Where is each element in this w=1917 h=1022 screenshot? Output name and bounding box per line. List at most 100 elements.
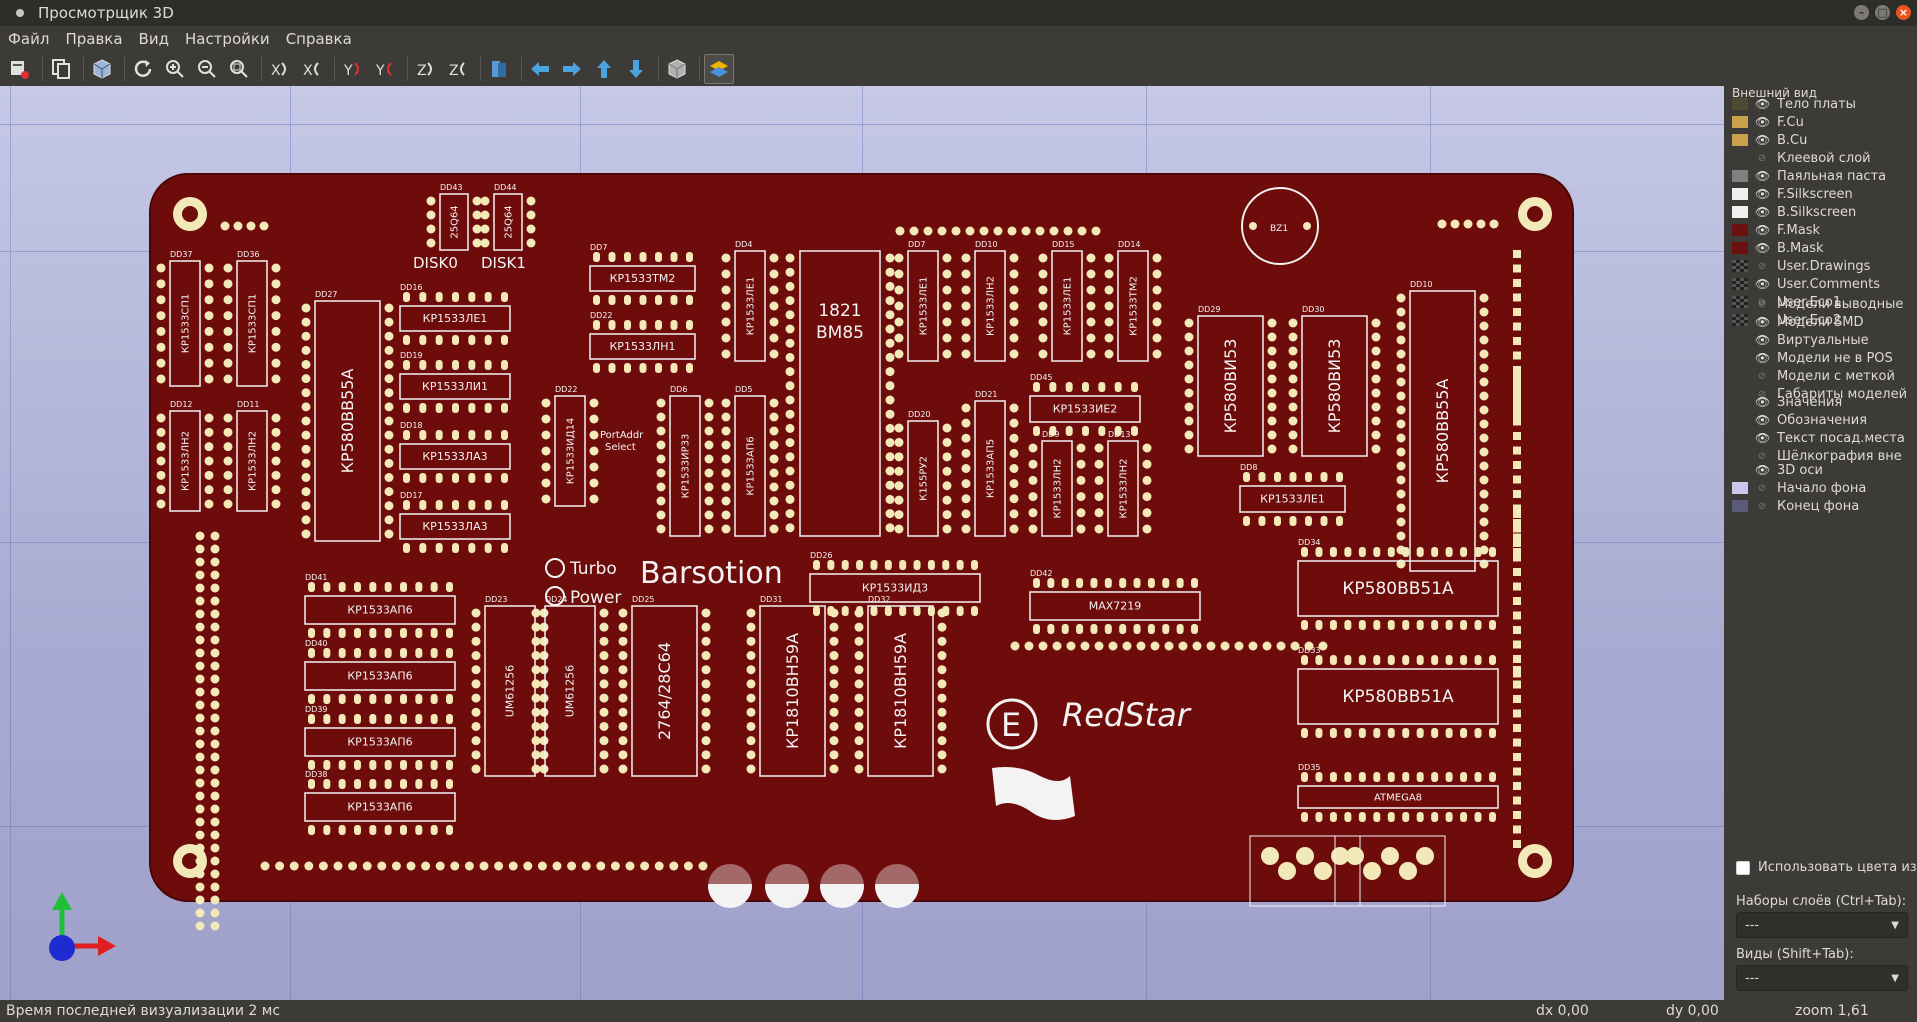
- layer-row-layers[interactable]: 👁 F.Mask: [1732, 221, 1820, 239]
- layer-row-layers[interactable]: 👁 Паяльная паста: [1732, 167, 1886, 185]
- layer-row-models[interactable]: 👁 Виртуальные: [1732, 331, 1869, 349]
- eye-hidden-icon[interactable]: ⊘: [1755, 261, 1769, 272]
- layer-row-layers[interactable]: 👁 Тело платы: [1732, 95, 1856, 113]
- layer-row-texts[interactable]: 👁 Обозначения: [1732, 411, 1867, 429]
- eye-hidden-icon[interactable]: ⊘: [1755, 153, 1769, 164]
- 3d-viewport[interactable]: КР580ВВ55А DD27 КР580ВИ53 DD29 КР580ВИ53 DD30…: [0, 86, 1724, 1000]
- layer-color-swatch[interactable]: [1732, 98, 1748, 110]
- layer-color-swatch[interactable]: [1732, 298, 1748, 310]
- menu-settings[interactable]: Настройки: [177, 30, 278, 48]
- move-right-button[interactable]: [558, 55, 586, 83]
- appearance-panel-toggle[interactable]: [704, 54, 734, 84]
- eye-hidden-icon[interactable]: ⊘: [1755, 483, 1769, 494]
- layer-color-swatch[interactable]: [1732, 396, 1748, 408]
- layer-color-swatch[interactable]: [1732, 432, 1748, 444]
- layer-row-layers[interactable]: ⊘ User.Drawings: [1732, 257, 1870, 275]
- menu-file[interactable]: Файл: [0, 30, 57, 48]
- layer-row-layers[interactable]: ⊘ Клеевой слой: [1732, 149, 1871, 167]
- menu-help[interactable]: Справка: [278, 30, 360, 48]
- layer-row-models[interactable]: 👁 Модели SMD: [1732, 313, 1864, 331]
- layer-presets-dropdown[interactable]: --- ▼: [1736, 912, 1908, 938]
- orthographic-toggle-button[interactable]: [663, 55, 691, 83]
- move-down-button[interactable]: [622, 55, 650, 83]
- eye-icon[interactable]: 👁: [1755, 315, 1770, 329]
- layer-color-swatch[interactable]: [1732, 352, 1748, 364]
- eye-icon[interactable]: 👁: [1755, 169, 1770, 183]
- eye-icon[interactable]: 👁: [1755, 115, 1770, 129]
- layer-row-misc[interactable]: 👁 3D оси: [1732, 461, 1823, 479]
- eye-icon[interactable]: 👁: [1755, 187, 1770, 201]
- rotate-y-cw-button[interactable]: Y: [339, 55, 367, 83]
- layer-row-layers[interactable]: 👁 F.Silkscreen: [1732, 185, 1853, 203]
- flip-board-button[interactable]: [485, 55, 513, 83]
- layer-color-swatch[interactable]: [1732, 370, 1748, 382]
- layer-row-layers[interactable]: 👁 User.Comments: [1732, 275, 1880, 293]
- refresh-button[interactable]: [129, 55, 157, 83]
- eye-hidden-icon[interactable]: ⊘: [1755, 371, 1769, 382]
- layer-color-swatch[interactable]: [1732, 242, 1748, 254]
- layer-row-models[interactable]: 👁 Модели не в POS: [1732, 349, 1893, 367]
- rotate-x-ccw-button[interactable]: X: [298, 55, 326, 83]
- eye-icon[interactable]: 👁: [1755, 223, 1770, 237]
- rotate-z-cw-button[interactable]: Z: [412, 55, 440, 83]
- layer-row-layers[interactable]: 👁 B.Cu: [1732, 131, 1807, 149]
- layer-row-models[interactable]: ⊘ Модели выводные: [1732, 295, 1904, 313]
- eye-icon[interactable]: 👁: [1755, 413, 1770, 427]
- move-left-button[interactable]: [526, 55, 554, 83]
- export-image-button[interactable]: [6, 55, 34, 83]
- rotate-x-cw-button[interactable]: X: [266, 55, 294, 83]
- layer-color-swatch[interactable]: [1732, 464, 1748, 476]
- eye-hidden-icon[interactable]: ⊘: [1755, 451, 1769, 462]
- menu-view[interactable]: Вид: [131, 30, 177, 48]
- layer-color-swatch[interactable]: [1732, 152, 1748, 164]
- layer-row-layers[interactable]: 👁 B.Silkscreen: [1732, 203, 1856, 221]
- pcb-board-render[interactable]: КР580ВВ55А DD27 КР580ВИ53 DD29 КР580ВИ53 DD30…: [0, 86, 1724, 1000]
- eye-hidden-icon[interactable]: ⊘: [1755, 299, 1769, 310]
- layer-color-swatch[interactable]: [1732, 414, 1748, 426]
- rotate-y-ccw-button[interactable]: Y: [371, 55, 399, 83]
- copy-image-button[interactable]: [47, 55, 75, 83]
- layer-color-swatch[interactable]: [1732, 134, 1748, 146]
- menu-edit[interactable]: Правка: [57, 30, 130, 48]
- views-dropdown[interactable]: --- ▼: [1736, 965, 1908, 991]
- layer-color-swatch[interactable]: [1732, 278, 1748, 290]
- zoom-in-button[interactable]: [161, 55, 189, 83]
- layer-row-misc[interactable]: ⊘ Начало фона: [1732, 479, 1866, 497]
- move-up-button[interactable]: [590, 55, 618, 83]
- zoom-fit-button[interactable]: [225, 55, 253, 83]
- layer-row-misc[interactable]: ⊘ Конец фона: [1732, 497, 1859, 515]
- layer-color-swatch[interactable]: [1732, 170, 1748, 182]
- layer-color-swatch[interactable]: [1732, 334, 1748, 346]
- layer-row-texts[interactable]: 👁 Текст посад.места: [1732, 429, 1905, 447]
- eye-icon[interactable]: 👁: [1755, 351, 1770, 365]
- checkbox-box[interactable]: [1736, 860, 1750, 875]
- app-menu-icon[interactable]: [16, 9, 24, 17]
- eye-icon[interactable]: 👁: [1755, 431, 1770, 445]
- eye-icon[interactable]: 👁: [1755, 333, 1770, 347]
- maximize-button[interactable]: □: [1875, 5, 1890, 20]
- eye-icon[interactable]: 👁: [1755, 133, 1770, 147]
- layer-color-swatch[interactable]: [1732, 224, 1748, 236]
- eye-icon[interactable]: 👁: [1755, 205, 1770, 219]
- eye-icon[interactable]: 👁: [1755, 395, 1770, 409]
- layer-row-models[interactable]: ⊘ Модели с меткой: [1732, 367, 1895, 385]
- layer-color-swatch[interactable]: [1732, 260, 1748, 272]
- eye-icon[interactable]: 👁: [1755, 241, 1770, 255]
- layer-color-swatch[interactable]: [1732, 116, 1748, 128]
- eye-hidden-icon[interactable]: ⊘: [1755, 501, 1769, 512]
- layer-row-texts[interactable]: 👁 Значения: [1732, 393, 1842, 411]
- eye-icon[interactable]: 👁: [1755, 463, 1770, 477]
- eye-icon[interactable]: 👁: [1755, 277, 1770, 291]
- render-options-button[interactable]: [88, 55, 116, 83]
- layer-color-swatch[interactable]: [1732, 500, 1748, 512]
- zoom-out-button[interactable]: [193, 55, 221, 83]
- layer-color-swatch[interactable]: [1732, 316, 1748, 328]
- layer-color-swatch[interactable]: [1732, 188, 1748, 200]
- layer-row-layers[interactable]: 👁 B.Mask: [1732, 239, 1824, 257]
- layer-color-swatch[interactable]: [1732, 206, 1748, 218]
- rotate-z-ccw-button[interactable]: Z: [444, 55, 472, 83]
- eye-icon[interactable]: 👁: [1755, 97, 1770, 111]
- layer-row-layers[interactable]: 👁 F.Cu: [1732, 113, 1804, 131]
- minimize-button[interactable]: –: [1854, 5, 1869, 20]
- close-button[interactable]: ×: [1896, 5, 1911, 20]
